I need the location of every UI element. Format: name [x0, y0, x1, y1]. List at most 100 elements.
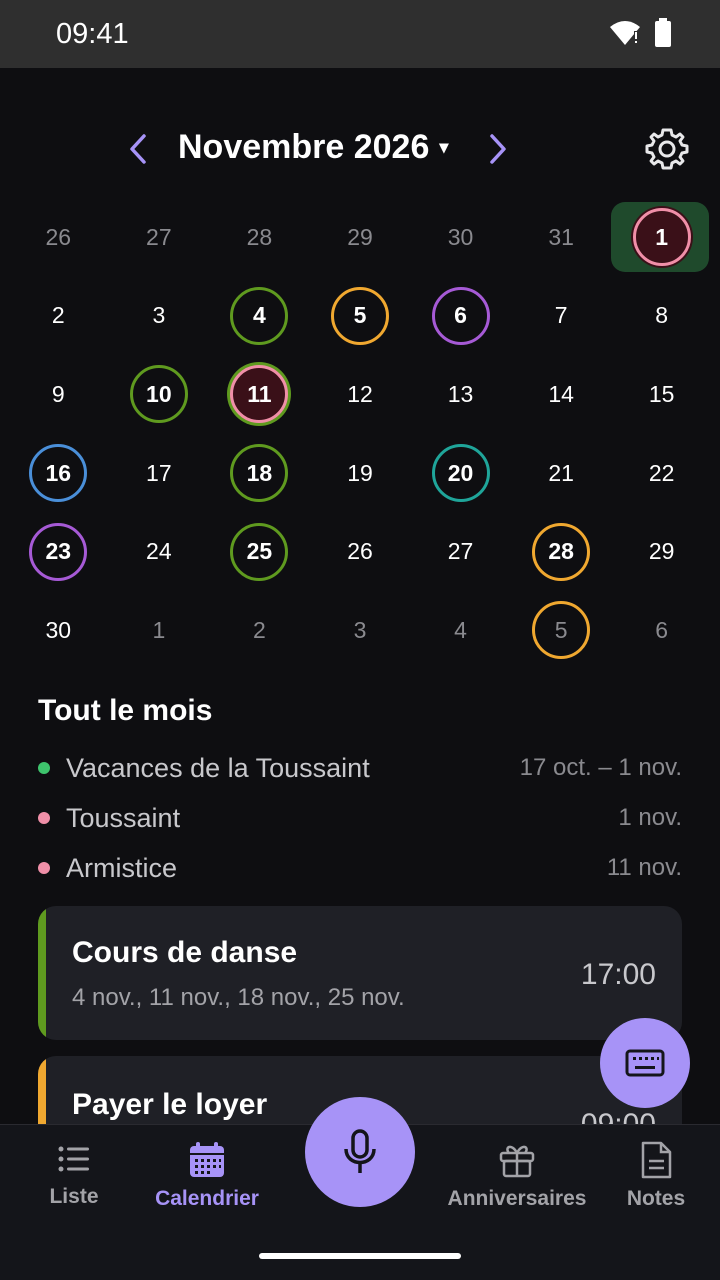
day-number: 15 [648, 380, 675, 407]
chevron-down-icon: ▾ [439, 137, 449, 157]
day-number: 22 [648, 459, 675, 486]
calendar-week: 2 3 456 7 8 [8, 277, 712, 356]
calendar-day[interactable]: 24 [109, 512, 210, 591]
calendar-day[interactable]: 6 [611, 591, 712, 670]
calendar-day[interactable]: 9 [8, 355, 109, 434]
chevron-left-icon [130, 134, 146, 164]
calendar-day[interactable]: 4 [410, 591, 511, 670]
day-number: 19 [347, 459, 373, 486]
day-number: 16 [29, 444, 88, 503]
month-section-title: Tout le mois [38, 694, 213, 727]
calendar-day[interactable]: 11 [209, 355, 310, 434]
day-number: 5 [532, 601, 591, 660]
day-number: 20 [431, 444, 490, 503]
calendar-day[interactable]: 30 [8, 591, 109, 670]
next-month-button[interactable] [478, 124, 518, 174]
calendar-day[interactable]: 3 [109, 277, 210, 356]
calendar-day[interactable]: 2 [8, 277, 109, 356]
day-number: 29 [347, 223, 373, 250]
calendar-day[interactable]: 21 [511, 434, 612, 513]
calendar-day[interactable]: 28 [209, 198, 310, 277]
previous-month-button[interactable] [118, 124, 158, 174]
calendar-day[interactable]: 16 [8, 434, 109, 513]
wifi-icon [608, 19, 642, 52]
nav-label: Notes [626, 1187, 686, 1210]
day-number: 3 [353, 616, 367, 643]
gear-icon [645, 128, 689, 170]
note-icon [641, 1141, 672, 1179]
calendar-day[interactable]: 31 [511, 198, 612, 277]
nav-item-anniversaires[interactable]: Anniversaires [446, 1141, 588, 1211]
keyboard-input-button[interactable] [600, 1018, 690, 1108]
home-indicator[interactable] [259, 1253, 461, 1259]
gift-icon [499, 1145, 535, 1178]
event-accent [38, 906, 46, 1040]
nav-label: Anniversaires [447, 1187, 587, 1210]
calendar-day[interactable]: 30 [410, 198, 511, 277]
calendar-day[interactable]: 8 [611, 277, 712, 356]
calendar-day[interactable]: 20 [410, 434, 511, 513]
nav-label: Calendrier [155, 1187, 259, 1210]
calendar-day[interactable]: 29 [310, 198, 411, 277]
month-item[interactable]: Vacances de la Toussaint 17 oct. – 1 nov… [38, 748, 682, 788]
event-title: Cours de danse [72, 936, 298, 969]
month-item-date: 1 nov. [618, 804, 682, 831]
day-number: 14 [548, 380, 574, 407]
event-card[interactable]: Cours de danse 4 nov., 11 nov., 18 nov.,… [38, 906, 682, 1040]
calendar-day[interactable]: 26 [8, 198, 109, 277]
microphone-icon [344, 1129, 376, 1173]
calendar-day[interactable]: 5 [310, 277, 411, 356]
status-bar: 09:41 [0, 0, 720, 68]
calendar-day[interactable]: 13 [410, 355, 511, 434]
calendar-day[interactable]: 5 [511, 591, 612, 670]
month-item-date: 11 nov. [606, 854, 682, 881]
day-number: 18 [230, 444, 289, 503]
calendar-day[interactable]: 15 [611, 355, 712, 434]
calendar-day[interactable]: 3 [310, 591, 411, 670]
calendar-day[interactable]: 14 [511, 355, 612, 434]
day-number: 21 [548, 459, 574, 486]
month-item-date: 17 oct. – 1 nov. [519, 754, 682, 781]
settings-button[interactable] [643, 124, 691, 174]
day-number: 27 [146, 223, 172, 250]
day-number: 28 [532, 522, 591, 581]
calendar-day[interactable]: 17 [109, 434, 210, 513]
month-selector[interactable]: Novembre 2026 ▾ [178, 128, 448, 167]
month-item[interactable]: Toussaint 1 nov. [38, 798, 682, 838]
list-icon [58, 1146, 89, 1172]
month-item-name: Armistice [66, 852, 178, 883]
nav-item-notes[interactable]: Notes [618, 1141, 694, 1211]
nav-item-calendrier[interactable]: Calendrier [150, 1141, 264, 1211]
calendar-day[interactable]: 26 [310, 512, 411, 591]
calendar-day[interactable]: 7 [511, 277, 612, 356]
calendar-day[interactable]: 27 [109, 198, 210, 277]
calendar-day[interactable]: 2 [209, 591, 310, 670]
day-number: 13 [447, 380, 474, 407]
calendar-day[interactable]: 25 [209, 512, 310, 591]
voice-input-button[interactable] [305, 1097, 415, 1207]
calendar-day[interactable]: 23 [8, 512, 109, 591]
calendar-week: 16 17 18 19 20 21 22 [8, 434, 712, 513]
calendar-day[interactable]: 1 [109, 591, 210, 670]
day-number: 9 [51, 380, 65, 407]
calendar-day[interactable]: 19 [310, 434, 411, 513]
calendar-day[interactable]: 4 [209, 277, 310, 356]
calendar-day[interactable]: 22 [611, 434, 712, 513]
calendar-day[interactable]: 18 [209, 434, 310, 513]
day-number: 7 [554, 302, 568, 329]
calendar-day[interactable]: 27 [410, 512, 511, 591]
calendar-grid: 26 27 28 29 30 31 1 2 3 4 5 6 7 8 9 10 11 12 13 14 15 16 17 18 1… [8, 198, 712, 670]
keyboard-icon [625, 1049, 665, 1077]
calendar-day[interactable]: 12 [310, 355, 411, 434]
calendar-day[interactable]: 1 [611, 198, 712, 277]
day-number: 5 [330, 286, 389, 345]
calendar-day[interactable]: 10 [109, 355, 210, 434]
nav-item-liste[interactable]: Liste [30, 1141, 118, 1209]
day-number: 4 [230, 286, 289, 345]
month-item[interactable]: Armistice 11 nov. [38, 848, 682, 888]
calendar-day[interactable]: 28 [511, 512, 612, 591]
calendar-day[interactable]: 29 [611, 512, 712, 591]
status-time: 09:41 [56, 18, 129, 50]
calendar-day[interactable]: 6 [410, 277, 511, 356]
day-number: 6 [431, 286, 490, 345]
